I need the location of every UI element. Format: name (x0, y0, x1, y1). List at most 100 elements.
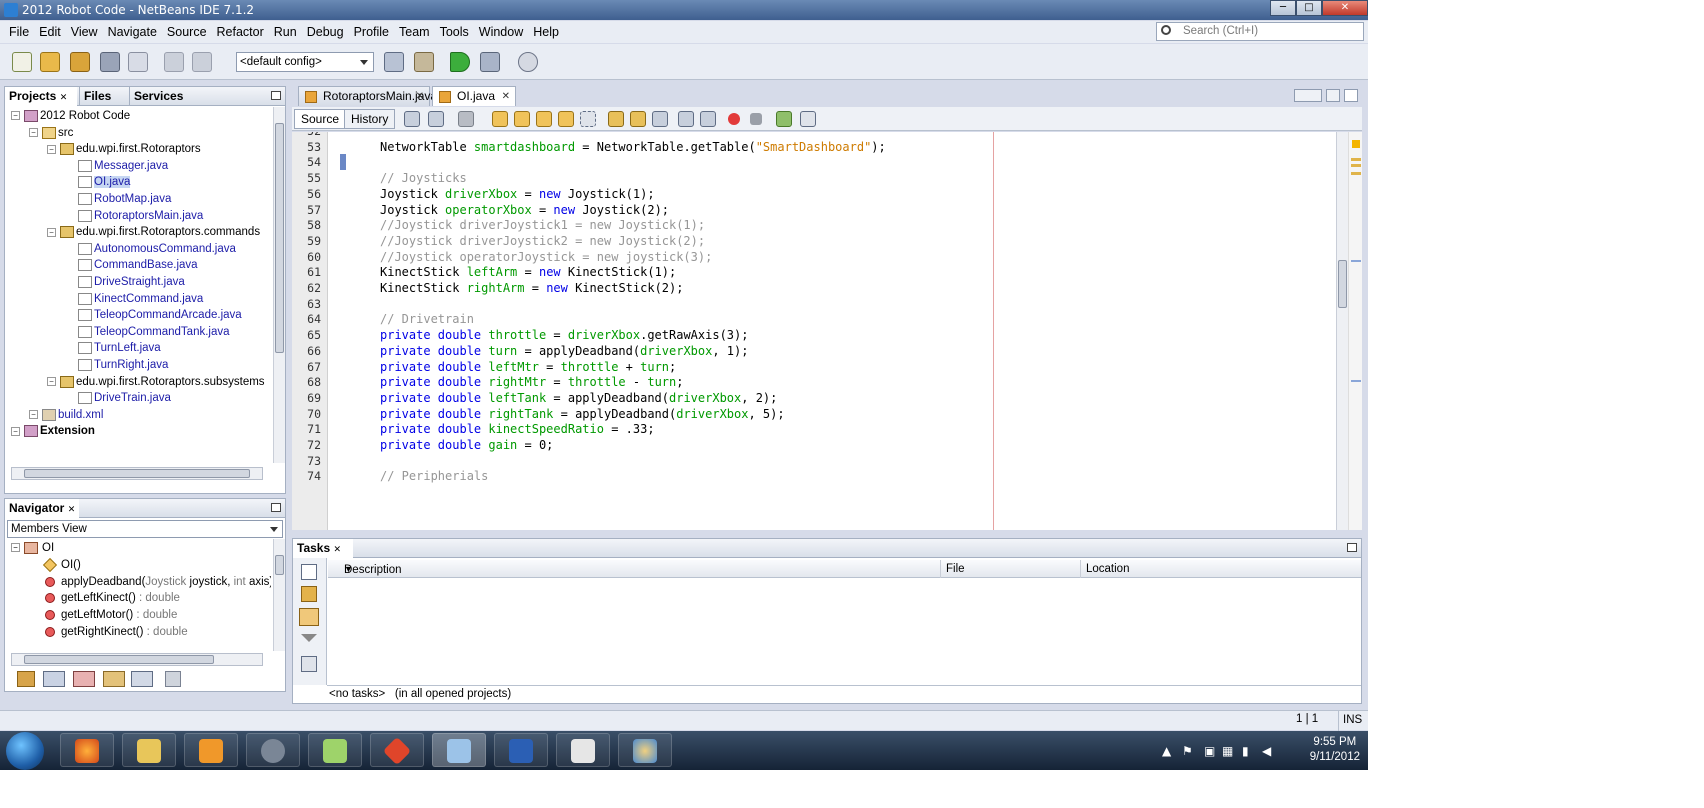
editor-vscroll-thumb[interactable] (1338, 260, 1347, 308)
start-macro-icon[interactable] (728, 113, 740, 125)
open-project-icon[interactable] (70, 52, 90, 72)
column-location[interactable]: Location (1080, 560, 1129, 578)
git-taskbar-button[interactable] (370, 733, 424, 767)
tree-item[interactable]: − 2012 Robot Code (11, 107, 130, 125)
filter-fields-icon[interactable] (43, 671, 65, 687)
rectangular-selection-icon[interactable] (580, 111, 596, 127)
expand-toggle-icon[interactable]: − (47, 377, 56, 387)
tree-item[interactable]: −RobotMap.java (65, 190, 171, 208)
tree-item[interactable]: − edu.wpi.first.Rotoraptors (47, 140, 201, 158)
tab-rotoraptorsmain-java[interactable]: RotoraptorsMain.java ✕ (298, 86, 437, 106)
undo-icon[interactable] (164, 52, 184, 72)
tree-item[interactable]: − src (29, 124, 73, 142)
expand-toggle-icon[interactable]: − (47, 144, 56, 154)
debug-icon[interactable] (480, 52, 500, 72)
menu-refactor[interactable]: Refactor (212, 25, 269, 39)
navigator-hscroll[interactable] (11, 653, 263, 666)
tree-item[interactable]: −KinectCommand.java (65, 290, 203, 308)
uncomment-icon[interactable] (800, 111, 816, 127)
main-project-scope-icon[interactable] (301, 586, 317, 602)
shift-left-icon[interactable] (678, 111, 694, 127)
menu-file[interactable]: File (4, 25, 34, 39)
menu-debug[interactable]: Debug (302, 25, 349, 39)
forward-icon[interactable] (458, 111, 474, 127)
maximize-editor-icon[interactable] (1344, 89, 1358, 102)
redo-icon[interactable] (192, 52, 212, 72)
driverstation-taskbar-button[interactable] (556, 733, 610, 767)
source-button[interactable]: Source (294, 109, 347, 129)
show-opened-docs-icon[interactable] (1326, 89, 1340, 102)
menu-run[interactable]: Run (269, 25, 302, 39)
menu-window[interactable]: Window (474, 25, 528, 39)
media-player-taskbar-button[interactable] (184, 733, 238, 767)
tab-tasks[interactable]: Tasks ✕ (293, 539, 353, 558)
tree-item[interactable]: −DriveTrain.java (65, 389, 171, 407)
projects-hscroll-thumb[interactable] (24, 469, 250, 478)
navigator-member[interactable]: getLeftKinect() : double (45, 589, 180, 607)
build-hammer-icon[interactable] (384, 52, 404, 72)
tree-item[interactable]: −AutonomousCommand.java (65, 240, 236, 258)
history-button[interactable]: History (344, 109, 396, 129)
navigator-member[interactable]: getLeftMotor() : double (45, 606, 177, 624)
volume-icon[interactable]: ◀ (1262, 744, 1271, 758)
tree-item[interactable]: − edu.wpi.first.Rotoraptors.subsystems (47, 373, 265, 391)
next-bookmark-icon[interactable] (630, 111, 646, 127)
tree-item[interactable]: −RotoraptorsMain.java (65, 207, 203, 225)
find-next-icon[interactable] (536, 111, 552, 127)
tab-navigator[interactable]: Navigator ✕ (5, 499, 79, 518)
prev-bookmark-icon[interactable] (608, 111, 624, 127)
action-center-icon[interactable]: ⚑ (1182, 744, 1193, 758)
expand-toggle-icon[interactable]: − (11, 426, 20, 436)
projects-vscroll[interactable] (273, 107, 285, 463)
usb-device-icon[interactable]: ▣ (1204, 744, 1215, 758)
toggle-highlight-icon[interactable] (558, 111, 574, 127)
minimize-button[interactable]: ─ (1270, 0, 1296, 16)
filter-inherited-icon[interactable] (17, 671, 35, 687)
menu-profile[interactable]: Profile (349, 25, 394, 39)
network-icon[interactable]: ▦ (1222, 744, 1233, 758)
clock[interactable]: 9:55 PM 9/11/2012 (1310, 735, 1360, 765)
navigator-member[interactable]: OI() (42, 556, 81, 574)
explorer-taskbar-button[interactable] (122, 733, 176, 767)
signal-icon[interactable]: ▮ (1242, 744, 1249, 758)
expand-toggle-icon[interactable]: − (11, 543, 20, 553)
show-hidden-icons-icon[interactable]: ▲ (1162, 744, 1171, 758)
toggle-bookmark-icon[interactable] (652, 111, 668, 127)
save-all-icon[interactable] (100, 52, 120, 72)
menu-edit[interactable]: Edit (34, 25, 66, 39)
tree-item[interactable]: −OI.java (65, 173, 131, 191)
sort-by-source-icon[interactable] (131, 671, 153, 687)
filter-nonpublic-icon[interactable] (103, 671, 125, 687)
navigator-member[interactable]: getRightKinect() : double (45, 623, 188, 641)
tab-files[interactable]: Files (79, 87, 127, 106)
filter-static-icon[interactable] (73, 671, 95, 687)
all-projects-scope-icon[interactable] (299, 608, 319, 626)
members-view-select[interactable]: Members View (7, 520, 283, 538)
current-file-scope-icon[interactable] (301, 564, 317, 580)
start-button[interactable] (6, 732, 44, 770)
expand-toggle-icon[interactable]: − (29, 410, 38, 420)
navigator-vscroll-thumb[interactable] (275, 555, 284, 575)
projects-hscroll[interactable] (11, 467, 263, 480)
tree-item[interactable]: − edu.wpi.first.Rotoraptors.commands (47, 223, 260, 241)
group-by-type-icon[interactable] (301, 656, 317, 672)
tab-projects[interactable]: Projects ✕ (5, 87, 77, 106)
menu-help[interactable]: Help (528, 25, 564, 39)
paint-taskbar-button[interactable] (618, 733, 672, 767)
projects-vscroll-thumb[interactable] (275, 123, 284, 353)
tree-item[interactable]: −CommandBase.java (65, 256, 198, 274)
menu-navigate[interactable]: Navigate (103, 25, 162, 39)
minimize-panel-icon[interactable] (271, 91, 281, 100)
back-icon[interactable] (428, 111, 444, 127)
expand-toggle-icon[interactable]: − (47, 227, 56, 237)
minimize-navigator-icon[interactable] (271, 503, 281, 512)
minimize-tasks-icon[interactable] (1347, 543, 1357, 552)
tree-item[interactable]: − Extension (11, 422, 95, 440)
menu-view[interactable]: View (66, 25, 103, 39)
new-project-icon[interactable] (40, 52, 60, 72)
tree-item[interactable]: −TeleopCommandTank.java (65, 323, 230, 341)
run-icon[interactable] (450, 52, 470, 72)
menu-team[interactable]: Team (394, 25, 435, 39)
maximize-button[interactable]: □ (1296, 0, 1322, 16)
tab-oi-java[interactable]: OI.java ✕ (432, 86, 516, 106)
